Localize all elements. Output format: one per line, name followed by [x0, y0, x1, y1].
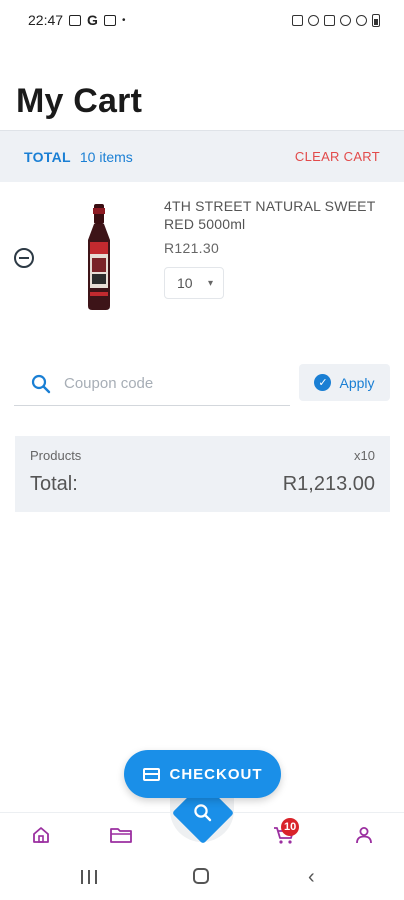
summary-total-label: Total:: [30, 473, 78, 495]
status-right: [292, 13, 380, 27]
search-icon: [26, 374, 56, 394]
item-count: 10 items: [79, 148, 133, 165]
hotspot-icon: [340, 14, 351, 26]
clear-cart-button[interactable]: CLEAR CART: [295, 149, 380, 164]
products-label: Products: [30, 448, 82, 463]
checkout-label: CHECKOUT: [169, 765, 263, 783]
page-title: My Cart: [16, 82, 143, 120]
chevron-down-icon: ▾: [207, 277, 213, 289]
status-time: 22:47: [28, 12, 64, 28]
system-navigation-bar: ‹: [0, 856, 404, 900]
total-label: TOTAL: [24, 148, 71, 165]
nav-account-icon[interactable]: [352, 823, 376, 847]
apply-label: Apply: [339, 374, 375, 391]
youtube-notification-icon: [103, 14, 116, 26]
apply-coupon-button[interactable]: ✓ Apply: [299, 364, 390, 401]
search-icon: [194, 804, 212, 822]
gallery-notification-icon: [69, 14, 82, 26]
check-badge-icon: ✓: [314, 374, 332, 391]
lock-icon: [292, 14, 303, 26]
nav-categories-icon[interactable]: [109, 823, 133, 847]
coupon-field: [14, 362, 290, 406]
alarm-icon: [308, 14, 319, 26]
nav-home-icon[interactable]: [29, 823, 53, 847]
battery-icon: [372, 13, 380, 27]
status-left: 22:47 G •: [28, 12, 125, 28]
checkout-button[interactable]: CHECKOUT: [124, 750, 281, 798]
cart-total-bar: TOTAL 10 items CLEAR CART: [0, 130, 404, 182]
credit-card-icon: [142, 767, 160, 781]
status-bar: 22:47 G •: [0, 0, 404, 40]
wifi-icon: [356, 14, 367, 26]
products-count: x10: [354, 448, 375, 463]
more-notifications-dot: •: [121, 14, 126, 26]
product-price: R121.30: [164, 240, 220, 256]
remove-item-icon[interactable]: [14, 248, 34, 268]
quantity-select[interactable]: 10 ▾: [164, 267, 224, 299]
order-summary: Products x10 Total: R1,213.00: [15, 436, 390, 512]
home-button-icon[interactable]: [193, 868, 209, 884]
mute-icon: [324, 14, 335, 26]
product-image[interactable]: [74, 202, 124, 312]
back-icon[interactable]: ‹: [308, 866, 315, 889]
recents-icon[interactable]: [81, 870, 97, 884]
summary-total-value: R1,213.00: [282, 473, 375, 495]
products-row: Products x10: [30, 448, 375, 463]
quantity-value: 10: [177, 275, 193, 291]
coupon-input[interactable]: [64, 375, 264, 392]
google-notification-icon: G: [87, 12, 98, 28]
total-row: Total: R1,213.00: [30, 473, 375, 496]
product-name[interactable]: 4TH STREET NATURAL SWEET RED 5000ml: [164, 197, 389, 233]
